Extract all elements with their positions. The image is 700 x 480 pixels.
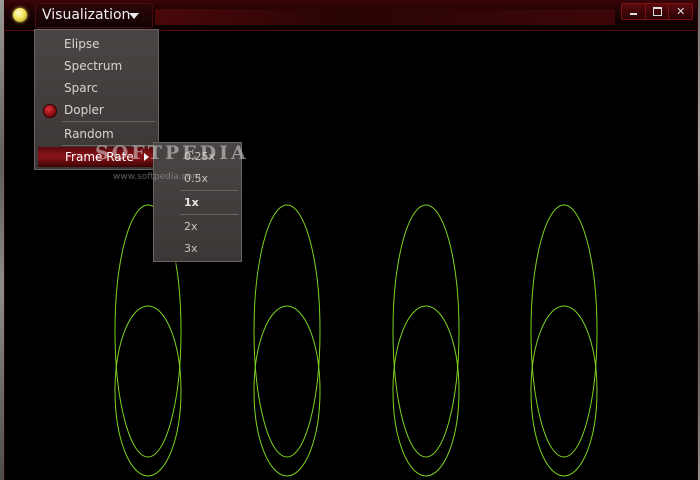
app-orb-icon[interactable]	[13, 8, 27, 22]
close-icon[interactable]: ✕	[669, 4, 692, 19]
radio-selected-icon	[43, 104, 57, 118]
submenu-separator	[180, 190, 238, 191]
window-controls: ✕	[621, 3, 693, 20]
submenu-item-label: 1x	[184, 196, 199, 209]
menu-item-label: Elipse	[64, 37, 100, 51]
title-bar[interactable]: Visualization ✕	[5, 0, 697, 31]
menu-item-random[interactable]: Random	[35, 124, 158, 144]
submenu-item-2x[interactable]: 2x	[154, 217, 241, 237]
menu-item-label: Dopler	[64, 103, 104, 117]
submenu-item-3x[interactable]: 3x	[154, 239, 241, 259]
chevron-down-icon	[129, 13, 139, 19]
visualization-menu-label: Visualization	[42, 7, 131, 23]
menu-separator	[62, 121, 155, 122]
menu-item-label: Sparc	[64, 81, 98, 95]
title-strip	[155, 9, 615, 25]
viz-ellipse-inner	[530, 305, 598, 477]
menu-item-sparc[interactable]: Sparc	[35, 78, 158, 98]
softpedia-watermark-url: www.softpedia.com	[113, 172, 201, 182]
submenu-item-label: 2x	[184, 220, 198, 233]
menu-item-label: Spectrum	[64, 59, 123, 73]
menu-item-elipse[interactable]: Elipse	[35, 34, 158, 54]
minimize-icon[interactable]	[622, 4, 646, 19]
viz-ellipse-inner	[392, 305, 460, 477]
menu-item-spectrum[interactable]: Spectrum	[35, 56, 158, 76]
menu-item-label: Random	[64, 127, 114, 141]
softpedia-watermark: SOFTPEDIA	[95, 142, 249, 164]
submenu-item-1x[interactable]: 1x	[154, 193, 241, 213]
submenu-item-label: 3x	[184, 242, 198, 255]
maximize-icon[interactable]	[646, 4, 670, 19]
viz-ellipse-inner	[253, 305, 321, 477]
visualization-menu-button[interactable]: Visualization	[35, 3, 153, 28]
submenu-separator	[180, 214, 238, 215]
menu-item-dopler[interactable]: Dopler	[35, 100, 158, 120]
viz-ellipse-inner	[114, 305, 182, 477]
